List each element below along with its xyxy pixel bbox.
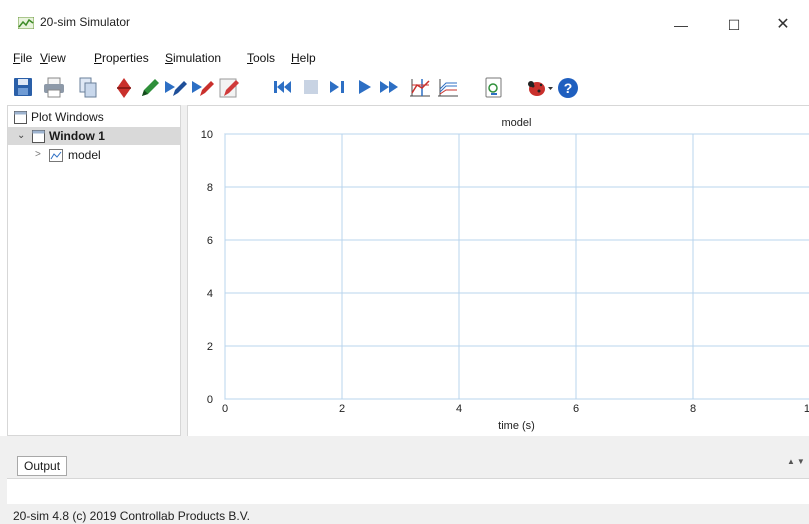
- output-tab[interactable]: Output: [17, 456, 68, 476]
- step-icon[interactable]: [327, 76, 351, 102]
- plot-properties-icon[interactable]: [408, 76, 432, 102]
- plot-window: 0 2 4 6 8 10 0 2 4 6 8 10 model time (s): [187, 105, 809, 436]
- menu-tools[interactable]: Tools: [247, 51, 275, 65]
- x-tick-label: 0: [222, 403, 228, 415]
- y-tick-label: 0: [207, 394, 213, 406]
- close-button[interactable]: ✕: [760, 10, 806, 40]
- tree-root[interactable]: Plot Windows: [8, 108, 180, 126]
- tree-item-model[interactable]: > model: [8, 146, 180, 164]
- title-bar: 20-sim Simulator — ☐ ✕: [0, 0, 809, 44]
- y-tick-label: 10: [201, 129, 213, 141]
- status-text: 20-sim 4.8 (c) 2019 Controllab Products …: [13, 509, 251, 523]
- menu-bar: File View Properties Simulation Tools He…: [0, 48, 809, 70]
- edit-icon[interactable]: [138, 76, 162, 102]
- y-tick-label: 4: [207, 288, 213, 300]
- svg-text:?: ?: [564, 80, 573, 96]
- run-partial-icon[interactable]: [163, 76, 187, 102]
- save-icon[interactable]: [12, 76, 36, 102]
- run-edit-icon[interactable]: [218, 76, 242, 102]
- x-tick-label: 4: [456, 403, 462, 415]
- plot-title: model: [502, 117, 532, 129]
- tree-item-model-label: model: [68, 148, 101, 162]
- multiple-run-icon[interactable]: [436, 76, 460, 102]
- go-to-start-icon[interactable]: [272, 76, 296, 102]
- chevron-right-icon[interactable]: >: [35, 146, 41, 164]
- stop-icon[interactable]: [300, 76, 324, 102]
- window-title: 20-sim Simulator: [40, 15, 131, 29]
- window-icon: [14, 111, 27, 124]
- menu-file[interactable]: File: [13, 51, 32, 65]
- debug-icon[interactable]: [526, 76, 556, 102]
- x-tick-label: 2: [339, 403, 345, 415]
- tree-root-label: Plot Windows: [31, 110, 104, 124]
- copy-icon[interactable]: [77, 76, 101, 102]
- run-to-icon[interactable]: [190, 76, 214, 102]
- maximize-button[interactable]: ☐: [711, 10, 757, 40]
- run-icon[interactable]: [354, 76, 378, 102]
- help-icon[interactable]: ?: [556, 76, 580, 102]
- print-icon[interactable]: [42, 76, 66, 102]
- menu-properties[interactable]: Properties: [94, 51, 149, 65]
- x-tick-label: 8: [690, 403, 696, 415]
- x-axis-label: time (s): [498, 420, 535, 432]
- menu-view[interactable]: View: [40, 51, 66, 65]
- menu-help[interactable]: Help: [291, 51, 316, 65]
- parameters-icon[interactable]: [113, 76, 137, 102]
- status-bar: 20-sim 4.8 (c) 2019 Controllab Products …: [0, 506, 809, 524]
- plot-canvas[interactable]: 0 2 4 6 8 10 0 2 4 6 8 10 model time (s): [188, 106, 809, 437]
- output-scroll-arrows[interactable]: ▲▼: [787, 457, 807, 466]
- chevron-down-icon[interactable]: ⌄: [17, 127, 25, 145]
- window-icon: [32, 130, 45, 143]
- run-fast-icon[interactable]: [378, 76, 402, 102]
- plot-area: [224, 133, 809, 400]
- tree-item-window-label: Window 1: [49, 129, 105, 143]
- app-icon: [18, 17, 34, 29]
- export-icon[interactable]: [483, 76, 507, 102]
- plot-icon: [49, 149, 63, 162]
- x-tick-label: 6: [573, 403, 579, 415]
- plot-windows-tree: Plot Windows ⌄ Window 1 > model: [7, 105, 181, 436]
- y-tick-label: 8: [207, 182, 213, 194]
- x-tick-label: 10: [804, 403, 809, 415]
- output-panel: [7, 478, 809, 504]
- minimize-button[interactable]: —: [658, 10, 704, 40]
- y-tick-label: 2: [207, 341, 213, 353]
- y-tick-label: 6: [207, 235, 213, 247]
- tree-item-window-1[interactable]: ⌄ Window 1: [8, 127, 180, 145]
- toolbar: ?: [0, 74, 809, 104]
- menu-simulation[interactable]: Simulation: [165, 51, 221, 65]
